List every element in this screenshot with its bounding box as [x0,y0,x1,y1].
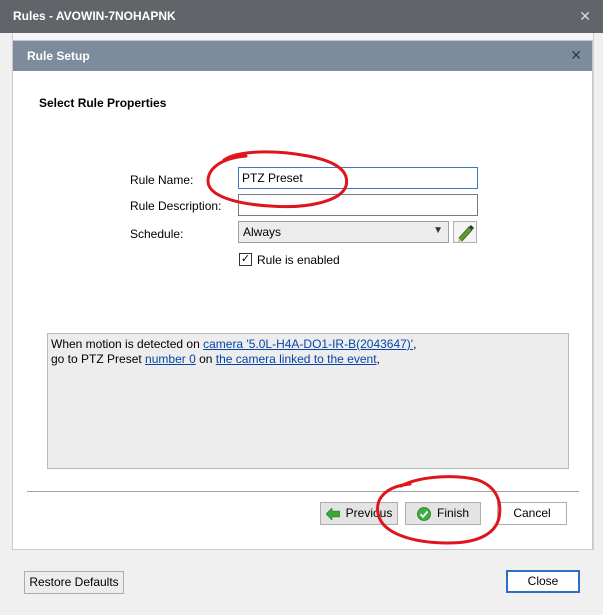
section-heading: Select Rule Properties [39,96,167,110]
rule-setup-dialog: Rule Setup ✕ Select Rule Properties Rule… [12,40,593,550]
check-circle-icon [417,506,431,521]
rule-enabled-label: Rule is enabled [257,253,340,267]
window-title: Rules - AVOWIN-7NOHAPNK [13,9,176,23]
chevron-down-icon: ▼ [433,225,443,236]
preset-number-link[interactable]: number 0 [145,352,196,366]
dialog-titlebar: Rule Setup ✕ [13,41,592,71]
summary-text: go to PTZ Preset [51,352,146,366]
rule-name-input[interactable] [238,167,478,189]
window-close-icon[interactable]: ✕ [579,8,591,25]
finish-button[interactable]: Finish [405,502,481,525]
summary-text: When motion is detected on [51,337,204,351]
schedule-select[interactable]: Always ▼ [238,221,449,243]
linked-camera-link[interactable]: the camera linked to the event [216,352,377,366]
window-titlebar: Rules - AVOWIN-7NOHAPNK ✕ [0,0,603,33]
finish-label: Finish [436,506,469,520]
dialog-title: Rule Setup [27,49,90,63]
summary-line-1: When motion is detected on camera '5.0L-… [51,337,565,352]
rule-name-label: Rule Name: [130,173,194,187]
schedule-selected-value: Always [243,225,282,239]
close-label: Close [527,574,559,588]
rule-enabled-checkbox[interactable]: ✓ [239,253,252,266]
rule-description-input[interactable] [238,194,478,216]
close-button[interactable]: Close [506,570,580,593]
restore-defaults-button[interactable]: Restore Defaults [24,571,124,594]
pencil-icon [458,225,474,242]
button-row-divider [27,491,579,492]
previous-label: Previous [345,506,393,520]
camera-link[interactable]: camera '5.0L-H4A-DO1-IR-B(2043647)' [203,337,413,351]
cancel-button[interactable]: Cancel [497,502,567,525]
dialog-close-icon[interactable]: ✕ [570,47,582,64]
summary-text: on [195,352,216,366]
restore-defaults-label: Restore Defaults [29,575,119,589]
arrow-left-icon [325,507,340,520]
summary-line-2: go to PTZ Preset number 0 on the camera … [51,352,565,367]
rule-summary-box: When motion is detected on camera '5.0L-… [47,333,569,469]
schedule-label: Schedule: [130,227,184,241]
edit-schedule-button[interactable] [453,221,477,243]
summary-text: , [413,337,417,351]
rule-description-label: Rule Description: [130,199,222,213]
cancel-label: Cancel [513,506,551,520]
previous-button[interactable]: Previous [320,502,398,525]
summary-text: , [376,352,380,366]
